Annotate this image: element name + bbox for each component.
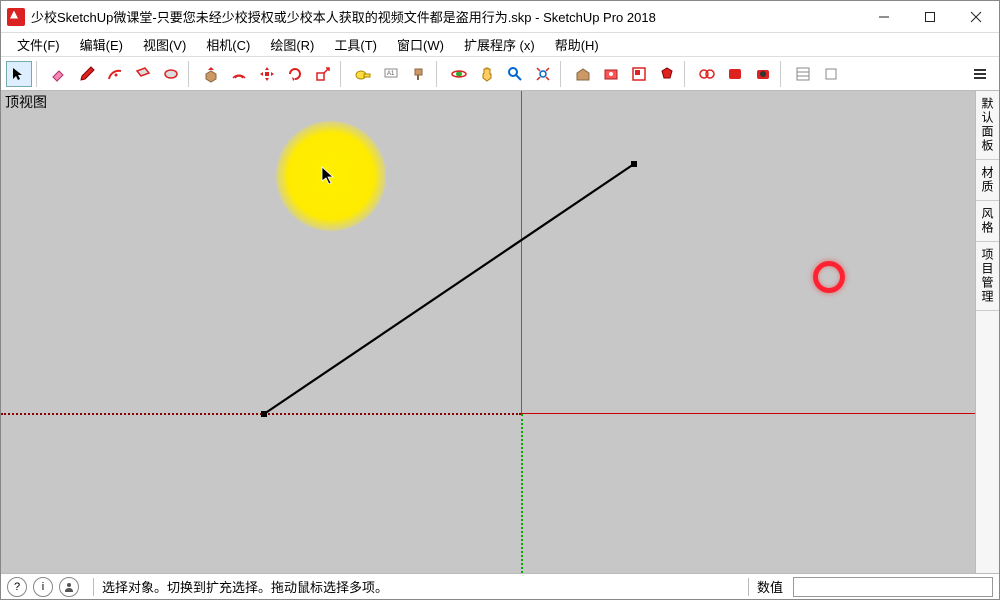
menu-window[interactable]: 窗口(W) bbox=[387, 33, 454, 56]
toolbar-separator bbox=[780, 61, 786, 87]
scale-tool-button[interactable] bbox=[310, 61, 336, 87]
close-button[interactable] bbox=[953, 1, 999, 32]
menu-camera[interactable]: 相机(C) bbox=[196, 33, 260, 56]
menu-extensions[interactable]: 扩展程序 (x) bbox=[454, 33, 545, 56]
rotate-tool-button[interactable] bbox=[282, 61, 308, 87]
menu-help[interactable]: 帮助(H) bbox=[545, 33, 609, 56]
axis-green-negative bbox=[521, 414, 523, 573]
tray-panel: 默认面板 材质 风格 项目管理 bbox=[975, 91, 999, 573]
toolbar-separator bbox=[684, 61, 690, 87]
tray-default[interactable]: 默认面板 bbox=[976, 91, 999, 160]
tape-tool-button[interactable] bbox=[350, 61, 376, 87]
pan-tool-button[interactable] bbox=[474, 61, 500, 87]
ruby-button[interactable] bbox=[654, 61, 680, 87]
plugin-button-3[interactable] bbox=[750, 61, 776, 87]
zoom-extents-tool-button[interactable] bbox=[530, 61, 556, 87]
menu-file[interactable]: 文件(F) bbox=[7, 33, 70, 56]
viewport[interactable]: 顶视图 bbox=[1, 91, 975, 573]
toolbar-separator bbox=[436, 61, 442, 87]
measurement-label: 数值 bbox=[757, 577, 787, 596]
plugin-button-5[interactable] bbox=[818, 61, 844, 87]
warehouse-button[interactable] bbox=[570, 61, 596, 87]
info-icon[interactable]: i bbox=[33, 577, 53, 597]
menu-edit[interactable]: 编辑(E) bbox=[70, 33, 133, 56]
status-divider bbox=[93, 578, 94, 596]
eraser-tool-button[interactable] bbox=[46, 61, 72, 87]
titlebar: 少校SketchUp微课堂-只要您未经少校授权或少校本人获取的视频文件都是盗用行… bbox=[1, 1, 999, 33]
user-icon[interactable] bbox=[59, 577, 79, 597]
select-tool-button[interactable] bbox=[6, 61, 32, 87]
help-icon[interactable]: ? bbox=[7, 577, 27, 597]
menu-tools[interactable]: 工具(T) bbox=[324, 33, 387, 56]
plugin-button-4[interactable] bbox=[790, 61, 816, 87]
pencil-tool-button[interactable] bbox=[74, 61, 100, 87]
orbit-tool-button[interactable] bbox=[446, 61, 472, 87]
plugin-button-2[interactable] bbox=[722, 61, 748, 87]
toolbar: A1 bbox=[1, 57, 999, 91]
offset-tool-button[interactable] bbox=[226, 61, 252, 87]
toolbar-separator bbox=[560, 61, 566, 87]
layout-button[interactable] bbox=[626, 61, 652, 87]
menu-draw[interactable]: 绘图(R) bbox=[260, 33, 324, 56]
workarea: 顶视图 默认面板 材质 风格 项目管理 bbox=[1, 91, 999, 573]
statusbar: ? i 选择对象。切换到扩充选择。拖动鼠标选择多项。 数值 bbox=[1, 573, 999, 599]
tray-toggle-button[interactable] bbox=[965, 59, 995, 89]
tray-styles[interactable]: 风格 bbox=[976, 201, 999, 242]
menu-view[interactable]: 视图(V) bbox=[133, 33, 196, 56]
app-window: 少校SketchUp微课堂-只要您未经少校授权或少校本人获取的视频文件都是盗用行… bbox=[0, 0, 1000, 600]
marker-circle-icon bbox=[813, 261, 845, 293]
status-hint: 选择对象。切换到扩充选择。拖动鼠标选择多项。 bbox=[102, 577, 740, 596]
view-label: 顶视图 bbox=[1, 91, 51, 113]
toolbar-separator bbox=[188, 61, 194, 87]
plugin-button-1[interactable] bbox=[694, 61, 720, 87]
maximize-button[interactable] bbox=[907, 1, 953, 32]
arc-tool-button[interactable] bbox=[102, 61, 128, 87]
zoom-tool-button[interactable] bbox=[502, 61, 528, 87]
svg-text:A1: A1 bbox=[387, 71, 395, 77]
measurement-input[interactable] bbox=[793, 577, 993, 597]
pushpull-tool-button[interactable] bbox=[198, 61, 224, 87]
drawn-edge[interactable] bbox=[259, 159, 681, 419]
minimize-button[interactable] bbox=[861, 1, 907, 32]
cursor-icon bbox=[321, 166, 337, 186]
window-title: 少校SketchUp微课堂-只要您未经少校授权或少校本人获取的视频文件都是盗用行… bbox=[31, 7, 861, 26]
menubar: 文件(F) 编辑(E) 视图(V) 相机(C) 绘图(R) 工具(T) 窗口(W… bbox=[1, 33, 999, 57]
tray-materials[interactable]: 材质 bbox=[976, 160, 999, 201]
status-divider bbox=[748, 578, 749, 596]
rect-tool-button[interactable] bbox=[130, 61, 156, 87]
paint-tool-button[interactable] bbox=[406, 61, 432, 87]
app-logo-icon bbox=[7, 8, 25, 26]
circle-tool-button[interactable] bbox=[158, 61, 184, 87]
window-controls bbox=[861, 1, 999, 32]
move-tool-button[interactable] bbox=[254, 61, 280, 87]
toolbar-separator bbox=[340, 61, 346, 87]
toolbar-separator bbox=[36, 61, 42, 87]
text-tool-button[interactable]: A1 bbox=[378, 61, 404, 87]
tray-project[interactable]: 项目管理 bbox=[976, 242, 999, 311]
extension-warehouse-button[interactable] bbox=[598, 61, 624, 87]
